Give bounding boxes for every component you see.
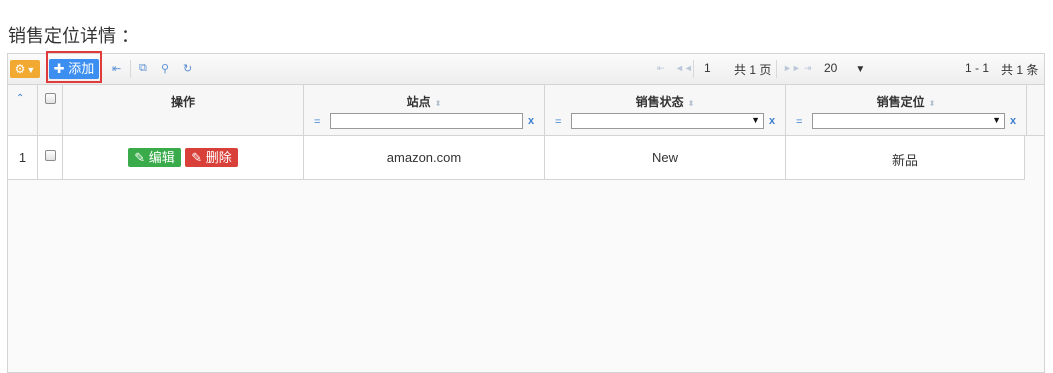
gear-icon: ⚙	[14, 62, 26, 76]
columns-icon[interactable]: ⧉	[139, 62, 147, 75]
column-label: 销售状态	[635, 95, 684, 109]
pager-divider	[776, 60, 777, 78]
chevron-down-icon: ▼	[26, 65, 36, 75]
clear-filter-button[interactable]: x	[1010, 115, 1016, 127]
rows-per-page-select[interactable]: 20 ▼	[824, 61, 865, 75]
column-header-status[interactable]: 销售状态 ⬍ = ▼ x	[545, 85, 786, 135]
chevron-down-icon: ▼	[992, 115, 1001, 125]
refresh-icon[interactable]: ↻	[183, 62, 192, 75]
data-grid: ⚙▼ ✚ 添加 ⇤ ⧉ ⚲ ↻ ⇤ ◄◄ 1 共 1 页 ►► ⇥ 20 ▼ 1 …	[7, 51, 1045, 373]
settings-button[interactable]: ⚙▼	[10, 60, 40, 78]
positioning-value: 新品	[891, 153, 918, 168]
site-filter-input[interactable]	[330, 113, 523, 129]
total-pages-label: 共 1 页	[734, 63, 772, 77]
filter-operator[interactable]: =	[796, 116, 802, 128]
select-all-checkbox[interactable]	[45, 93, 56, 104]
row-checkbox[interactable]	[45, 150, 56, 161]
site-value: amazon.com	[386, 150, 462, 165]
site-cell: amazon.com	[304, 136, 545, 179]
column-label: 操作	[170, 95, 195, 109]
column-header-site[interactable]: 站点 ⬍ = x	[304, 85, 545, 135]
sort-icon[interactable]: ⬍	[435, 99, 442, 108]
filter-operator[interactable]: =	[555, 116, 561, 128]
positioning-filter-select[interactable]: ▼	[812, 113, 1005, 129]
column-header-positioning[interactable]: 销售定位 ⬍ = ▼ x	[786, 85, 1027, 135]
record-range: 1 - 1	[965, 61, 990, 75]
delete-button[interactable]: ✎ 删除	[185, 148, 238, 167]
first-page-icon[interactable]: ⇤	[112, 62, 121, 75]
column-header-action: 操作	[63, 85, 304, 135]
row-select-cell	[38, 136, 63, 179]
page-number-input[interactable]: 1	[704, 61, 711, 75]
page-title: 销售定位详情 ：	[8, 26, 140, 46]
select-all-header	[38, 85, 63, 135]
add-button-label: 添加	[68, 61, 95, 76]
toolbar: ⚙▼ ✚ 添加 ⇤ ⧉ ⚲ ↻ ⇤ ◄◄ 1 共 1 页 ►► ⇥ 20 ▼ 1 …	[8, 51, 1044, 85]
last-page-icon[interactable]: ⇥	[804, 63, 812, 74]
edit-icon: ✎	[134, 150, 146, 165]
record-total: 共 1 条	[1001, 63, 1039, 77]
status-value: New	[651, 150, 678, 165]
clear-filter-button[interactable]: x	[769, 115, 775, 127]
add-button[interactable]: ✚ 添加	[49, 59, 99, 79]
row-number-cell: 1	[8, 136, 38, 179]
delete-button-label: 删除	[205, 150, 232, 165]
plus-icon: ✚	[53, 61, 65, 76]
rows-per-page-value: 20	[824, 61, 838, 75]
action-cell: ✎ 编辑 ✎ 删除	[63, 136, 304, 179]
clear-filter-button[interactable]: x	[528, 115, 534, 127]
status-cell: New	[545, 136, 786, 179]
toolbar-divider	[130, 60, 131, 78]
edit-button-label: 编辑	[148, 150, 175, 165]
sort-icon[interactable]: ⬍	[929, 99, 936, 108]
first-page-icon[interactable]: ⇤	[657, 63, 665, 74]
search-icon[interactable]: ⚲	[161, 62, 169, 75]
sort-icon[interactable]: ⬍	[688, 99, 695, 108]
collapse-icon[interactable]: ⌃	[16, 93, 24, 104]
row-number: 1	[18, 150, 27, 165]
rownum-header[interactable]: ⌃	[8, 85, 38, 135]
pager-divider	[693, 60, 694, 78]
edit-button[interactable]: ✎ 编辑	[128, 148, 181, 167]
chevron-down-icon: ▼	[751, 115, 760, 125]
next-page-icon[interactable]: ►►	[783, 63, 801, 73]
grid-header: ⌃ 操作 站点 ⬍ = x 销售状态 ⬍ = ▼ x 销售定位 ⬍ = ▼ x	[8, 85, 1044, 136]
column-label: 站点	[406, 95, 431, 109]
prev-page-icon[interactable]: ◄◄	[675, 63, 693, 73]
status-filter-select[interactable]: ▼	[571, 113, 764, 129]
filter-operator[interactable]: =	[314, 116, 320, 128]
table-row[interactable]: 1 ✎ 编辑 ✎ 删除 amazon.com New 新品	[8, 136, 1025, 180]
positioning-cell: 新品	[786, 136, 1025, 179]
edit-icon: ✎	[191, 150, 203, 165]
column-label: 销售定位	[876, 95, 925, 109]
chevron-down-icon: ▼	[855, 64, 866, 75]
